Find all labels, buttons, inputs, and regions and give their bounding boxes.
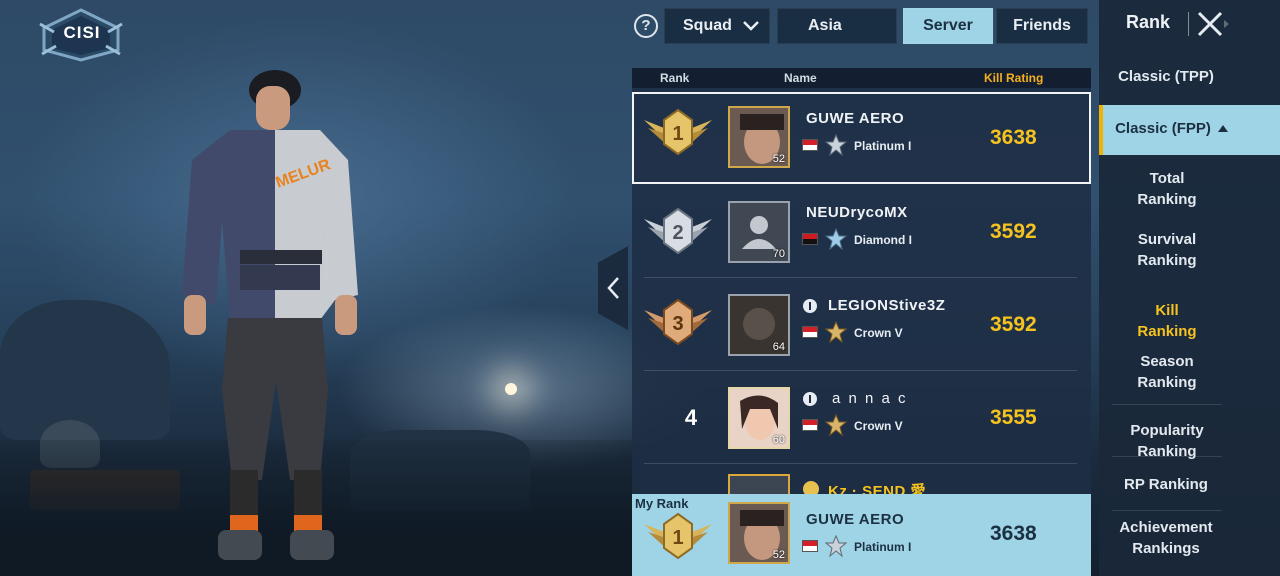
player-level: 60 <box>772 434 785 446</box>
svg-text:1: 1 <box>672 527 683 549</box>
sidebar-item-classic-tpp[interactable]: Classic (TPP) <box>1099 66 1233 87</box>
sidebar-item-rp-ranking[interactable]: RP Ranking <box>1099 474 1233 495</box>
mode-dropdown[interactable]: Squad <box>664 8 770 44</box>
rank-1-badge-icon: 1 <box>644 108 712 156</box>
region-selector[interactable]: Asia <box>777 8 897 44</box>
sidebar-divider <box>1112 456 1222 457</box>
mode-dropdown-label: Squad <box>683 17 732 34</box>
sidebar-item-total-ranking[interactable]: Total Ranking <box>1128 168 1206 210</box>
info-icon <box>803 299 817 313</box>
player-character: MELUR <box>182 70 358 560</box>
clan-logo[interactable]: CISI <box>38 8 124 62</box>
leaderboard-row[interactable]: Kz · SEND 愛 <box>632 464 1091 494</box>
title-divider <box>1188 12 1189 36</box>
sidebar-title: Rank <box>1125 12 1170 32</box>
chevron-down-icon <box>743 21 759 31</box>
tier-label: Platinum I <box>854 139 912 153</box>
leaderboard-row[interactable]: 4 60 a n n a c Crown V 3555 <box>632 371 1091 464</box>
sidebar-item-kill-ranking[interactable]: Kill Ranking <box>1128 300 1206 342</box>
svg-text:2: 2 <box>672 222 683 244</box>
tier-badge-icon <box>825 535 847 557</box>
flag-icon <box>802 419 818 431</box>
flag-icon <box>802 540 818 552</box>
flag-icon <box>802 233 818 245</box>
my-rank-bar[interactable]: My Rank 1 52 GUWE AERO Platinum I 3638 <box>632 494 1091 576</box>
kill-rating-score: 3592 <box>990 313 1037 336</box>
sidebar-divider <box>1112 404 1222 405</box>
player-level: 64 <box>772 341 785 353</box>
tier-label: Diamond I <box>854 233 913 247</box>
close-icon[interactable] <box>1194 10 1230 38</box>
info-icon <box>803 392 817 406</box>
leaderboard-row[interactable]: 3 64 LEGIONStive3Z Crown V 3592 <box>632 278 1091 371</box>
logo-text: CISI <box>63 23 101 42</box>
tier-label: Platinum I <box>854 540 912 554</box>
avatar[interactable]: 52 <box>728 502 790 564</box>
avatar[interactable]: 64 <box>728 294 790 356</box>
player-name: GUWE AERO <box>806 110 905 127</box>
tab-friends-label: Friends <box>1013 17 1071 34</box>
player-level: 52 <box>772 153 785 165</box>
kill-rating-score: 3555 <box>990 406 1037 429</box>
flag-icon <box>802 326 818 338</box>
tier-badge-icon <box>825 414 847 436</box>
chevron-up-icon <box>1218 125 1228 132</box>
tab-friends[interactable]: Friends <box>996 8 1088 44</box>
sidebar-divider <box>1112 510 1222 511</box>
tier-badge-icon <box>825 321 847 343</box>
player-name: NEUDrycoMX <box>806 204 908 221</box>
sidebar-item-season-ranking[interactable]: Season Ranking <box>1128 351 1206 393</box>
rank-1-badge-icon: 1 <box>644 512 712 560</box>
player-name: LEGIONStive3Z <box>828 297 946 314</box>
avatar[interactable]: 70 <box>728 201 790 263</box>
my-rank-label: My Rank <box>635 496 689 511</box>
tab-server-label: Server <box>923 17 973 34</box>
avatar[interactable]: 52 <box>728 106 790 168</box>
player-name: GUWE AERO <box>806 511 905 528</box>
rank-3-badge-icon: 3 <box>644 298 712 346</box>
kill-rating-score: 3592 <box>990 220 1037 243</box>
tier-badge-icon <box>825 228 847 250</box>
region-label: Asia <box>808 17 842 34</box>
sidebar-item-classic-fpp-label: Classic (FPP) <box>1115 120 1211 137</box>
svg-text:3: 3 <box>672 313 683 335</box>
crown-icon <box>803 481 819 494</box>
svg-text:1: 1 <box>672 123 683 145</box>
player-name: a n n a c <box>832 390 908 407</box>
sidebar-item-survival-ranking[interactable]: Survival Ranking <box>1128 229 1206 271</box>
leaderboard-row[interactable]: 1 52 GUWE AERO Platinum I 3638 <box>632 66 1091 184</box>
tier-label: Crown V <box>854 419 903 433</box>
avatar[interactable]: 60 <box>728 387 790 449</box>
sidebar-item-achievement-rankings[interactable]: Achievement Rankings <box>1116 517 1216 559</box>
rock-left <box>0 300 170 440</box>
fog-light <box>505 383 517 395</box>
rank-number: 4 <box>684 405 698 430</box>
kill-rating-score: 3638 <box>990 126 1037 149</box>
avatar[interactable] <box>728 474 790 494</box>
tier-label: Crown V <box>854 326 903 340</box>
tab-server[interactable]: Server <box>903 8 993 44</box>
kill-rating-score: 3638 <box>990 522 1037 545</box>
help-button[interactable]: ? <box>634 14 658 38</box>
player-name: Kz · SEND 愛 <box>828 483 927 494</box>
player-level: 52 <box>772 549 785 561</box>
leaderboard-row[interactable]: 2 70 NEUDrycoMX Diamond I 3592 <box>632 185 1091 278</box>
flag-icon <box>802 139 818 151</box>
tier-badge-icon <box>825 134 847 156</box>
rank-2-badge-icon: 2 <box>644 207 712 255</box>
player-level: 70 <box>772 248 785 260</box>
